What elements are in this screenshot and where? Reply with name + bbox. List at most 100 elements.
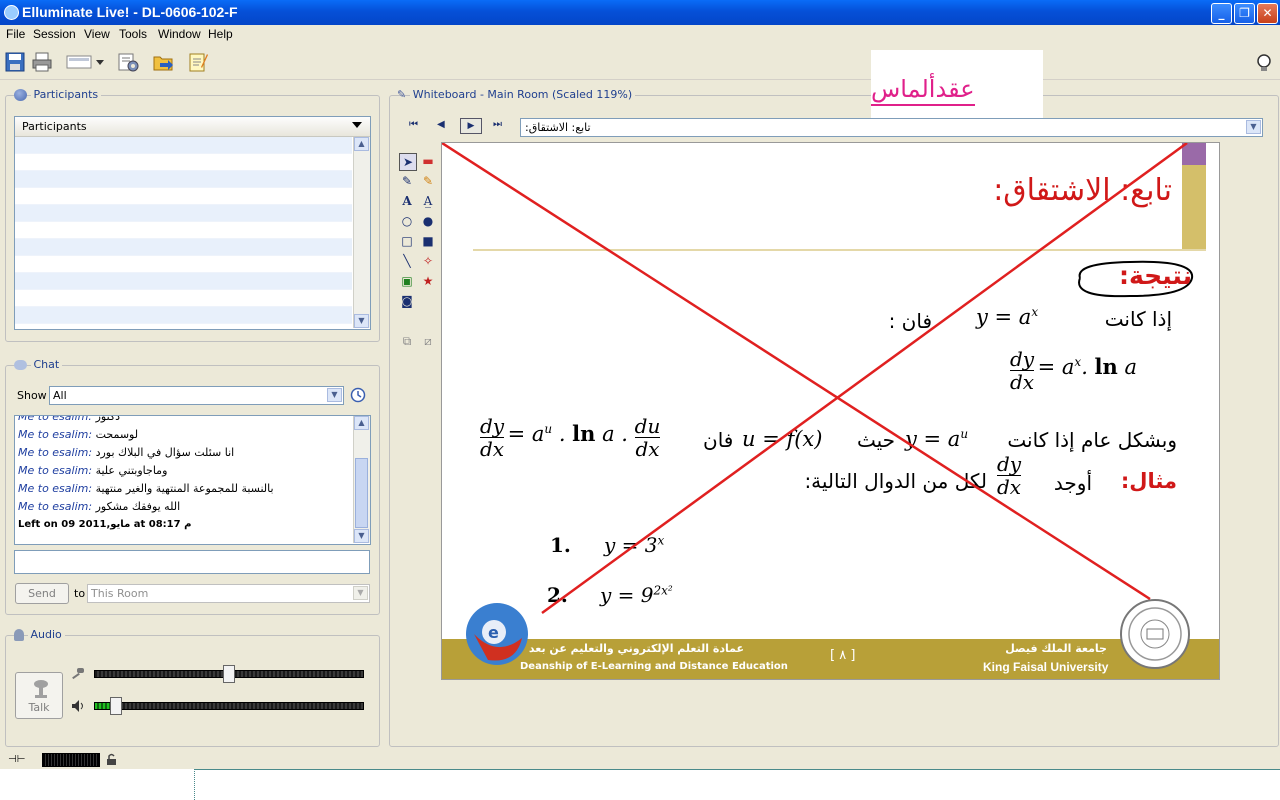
- filled-rectangle-tool-icon[interactable]: ■: [420, 233, 436, 249]
- chat-message: Me to esalim: بالنسبة للمجموعة المنتهية …: [18, 482, 274, 495]
- speaker-icon: [72, 700, 83, 712]
- text-tool-icon[interactable]: A: [399, 193, 415, 209]
- chat-input[interactable]: [14, 550, 370, 574]
- close-button[interactable]: ✕: [1257, 3, 1278, 24]
- speaker-volume-thumb[interactable]: [110, 697, 123, 715]
- chat-message: Me to esalim: وماجاوبتني علية: [18, 464, 168, 477]
- image-tool-icon[interactable]: ▣: [399, 273, 415, 289]
- talk-button[interactable]: Talk: [15, 672, 63, 719]
- general-derivative: dy dx = au . ln a . du dx: [480, 414, 661, 461]
- eraser-tool-icon[interactable]: ▬: [420, 153, 436, 169]
- whiteboard-slide[interactable]: تابع: الاشتقاق: نتيجة: إذا كانت y = ax ف…: [441, 142, 1220, 680]
- example-label: مثال:: [1120, 469, 1177, 493]
- ungroup-tool-icon[interactable]: ⧄: [420, 333, 436, 349]
- scroll-thumb[interactable]: [355, 458, 368, 528]
- page-navigation: ⏮ ◀ ▶ ⏭: [409, 118, 509, 135]
- u-definition: u = f(x): [742, 427, 823, 451]
- participants-scrollbar[interactable]: ▲ ▼: [353, 137, 370, 328]
- minimize-button[interactable]: _: [1211, 3, 1232, 24]
- header-dropdown-icon[interactable]: [352, 122, 362, 128]
- select-tool-icon[interactable]: ➤: [399, 153, 417, 171]
- left-notice: Left on 09 مايو,2011 at 08:17 م: [18, 519, 192, 530]
- item-1-number: 1.: [550, 533, 571, 557]
- item-2-equation: y = 92x²: [600, 583, 673, 607]
- menu-file[interactable]: File: [6, 27, 25, 41]
- clock-icon[interactable]: [350, 387, 366, 403]
- equation-1: y = ax: [976, 305, 1039, 329]
- pen-tool-icon[interactable]: ✎: [399, 173, 415, 189]
- university-seal-icon: [1120, 599, 1190, 669]
- preferences-icon[interactable]: [117, 51, 139, 73]
- page-select[interactable]: تابع: الاشتقاق: ▼: [520, 118, 1263, 137]
- recipient-select[interactable]: This Room ▼: [87, 584, 370, 603]
- play-icon[interactable]: ▶: [460, 118, 482, 134]
- participants-list-header[interactable]: Participants: [15, 117, 370, 137]
- group-tool-icon[interactable]: ⧉: [399, 333, 415, 349]
- text-box-tool-icon[interactable]: A̲: [420, 193, 436, 209]
- highlighter-tool-icon[interactable]: ✎: [420, 173, 436, 189]
- then-text: فان :: [888, 309, 932, 333]
- menu-tools[interactable]: Tools: [119, 27, 147, 41]
- slide-footer: عمادة التعلم الإلكتروني والتعليم عن بعد …: [442, 639, 1219, 679]
- first-page-icon[interactable]: ⏮: [409, 119, 418, 130]
- scroll-down-icon[interactable]: ▼: [354, 529, 369, 543]
- chat-scrollbar[interactable]: ▲ ▼: [353, 416, 370, 543]
- toolbar: [0, 45, 1280, 80]
- window-title: Elluminate Live! - DL-0606-102-F: [22, 4, 238, 20]
- where-text: حيث: [857, 428, 896, 452]
- menu-bar: File Session View Tools Window Help: [0, 25, 1280, 44]
- print-icon[interactable]: [31, 51, 53, 73]
- show-label: Show: [17, 389, 47, 402]
- filled-ellipse-tool-icon[interactable]: ●: [420, 213, 436, 229]
- lock-icon[interactable]: [106, 753, 118, 766]
- magic-wand-tool-icon[interactable]: ✧: [420, 253, 436, 269]
- chevron-down-icon[interactable]: ▼: [353, 586, 368, 600]
- activity-meter: [42, 753, 100, 767]
- chat-history[interactable]: Me to esalim: دكتور Me to esalim: لوسمحت…: [14, 415, 371, 545]
- menu-window[interactable]: Window: [158, 27, 201, 41]
- participants-list[interactable]: Participants ▲ ▼: [14, 116, 371, 330]
- find-derivative: dy dx: [997, 452, 1022, 499]
- chevron-down-icon[interactable]: ▼: [327, 388, 342, 402]
- for-each-text: لكل من الدوال التالية:: [804, 469, 987, 493]
- to-label: to: [74, 587, 86, 600]
- load-file-icon[interactable]: [152, 51, 174, 73]
- item-1-equation: y = 3x: [604, 533, 665, 557]
- previous-page-icon[interactable]: ◀: [437, 119, 445, 130]
- menu-view[interactable]: View: [84, 27, 110, 41]
- layout-dropdown-icon[interactable]: [66, 53, 106, 71]
- chat-panel-title: Chat: [14, 358, 63, 371]
- mic-level-icon: [72, 668, 84, 680]
- microphone-volume-thumb[interactable]: [223, 665, 235, 683]
- menu-session[interactable]: Session: [33, 27, 76, 41]
- lightbulb-icon[interactable]: [1255, 53, 1273, 73]
- chat-message: Me to esalim: دكتور: [18, 415, 121, 423]
- menu-help[interactable]: Help: [208, 27, 233, 41]
- scroll-up-icon[interactable]: ▲: [354, 137, 369, 151]
- result-label: نتيجة:: [1119, 261, 1192, 290]
- notes-icon[interactable]: [187, 51, 209, 73]
- line-tool-icon[interactable]: ╲: [399, 253, 415, 269]
- chevron-down-icon[interactable]: ▼: [1246, 120, 1261, 134]
- status-bar: ⊣⊢: [0, 752, 1280, 769]
- clipart-tool-icon[interactable]: ★: [420, 273, 436, 289]
- save-icon[interactable]: [4, 51, 26, 73]
- pen-icon: ✎: [397, 88, 407, 101]
- overlay-note: عقدألماس: [871, 50, 1043, 118]
- general-equation: y = au: [905, 427, 969, 451]
- app-icon: [4, 5, 19, 20]
- maximize-button[interactable]: ❐: [1234, 3, 1255, 24]
- send-button[interactable]: Send: [15, 583, 69, 604]
- last-page-icon[interactable]: ⏭: [493, 119, 502, 130]
- screen-capture-tool-icon[interactable]: ◙: [399, 293, 415, 309]
- participants-panel-title: Participants: [14, 88, 102, 101]
- rectangle-tool-icon[interactable]: □: [399, 233, 415, 249]
- scroll-up-icon[interactable]: ▲: [354, 416, 369, 430]
- show-filter-select[interactable]: All ▼: [49, 386, 344, 405]
- chat-message: Me to esalim: انا سئلت سؤال في البلاك بو…: [18, 446, 235, 459]
- ellipse-tool-icon[interactable]: ○: [399, 213, 415, 229]
- scroll-down-icon[interactable]: ▼: [354, 314, 369, 328]
- title-bar: Elluminate Live! - DL-0606-102-F _ ❐ ✕: [0, 0, 1280, 25]
- item-2-number: 2.: [547, 583, 568, 607]
- speaker-volume-slider[interactable]: [94, 702, 364, 710]
